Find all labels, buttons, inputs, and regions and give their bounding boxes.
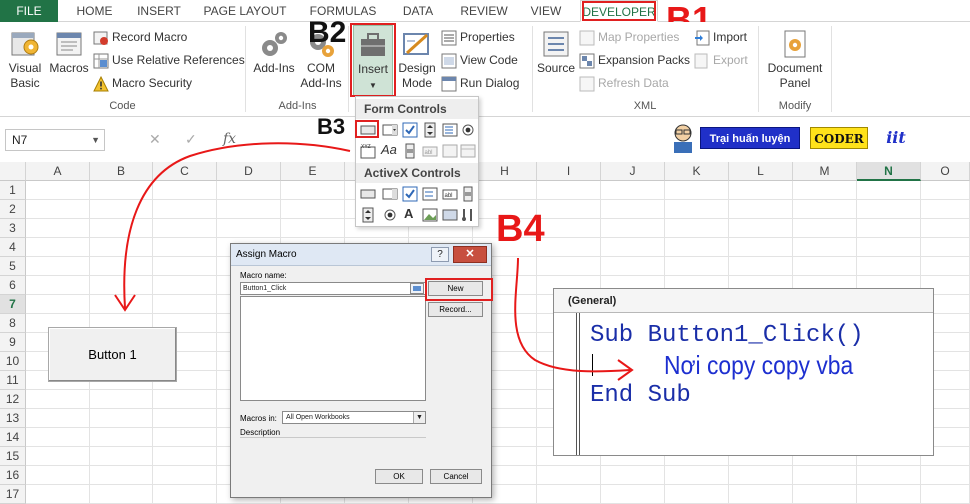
annotation-arrows: [114, 142, 634, 381]
arrow-to-vba: [514, 257, 631, 373]
arrow-to-button: [123, 142, 351, 309]
